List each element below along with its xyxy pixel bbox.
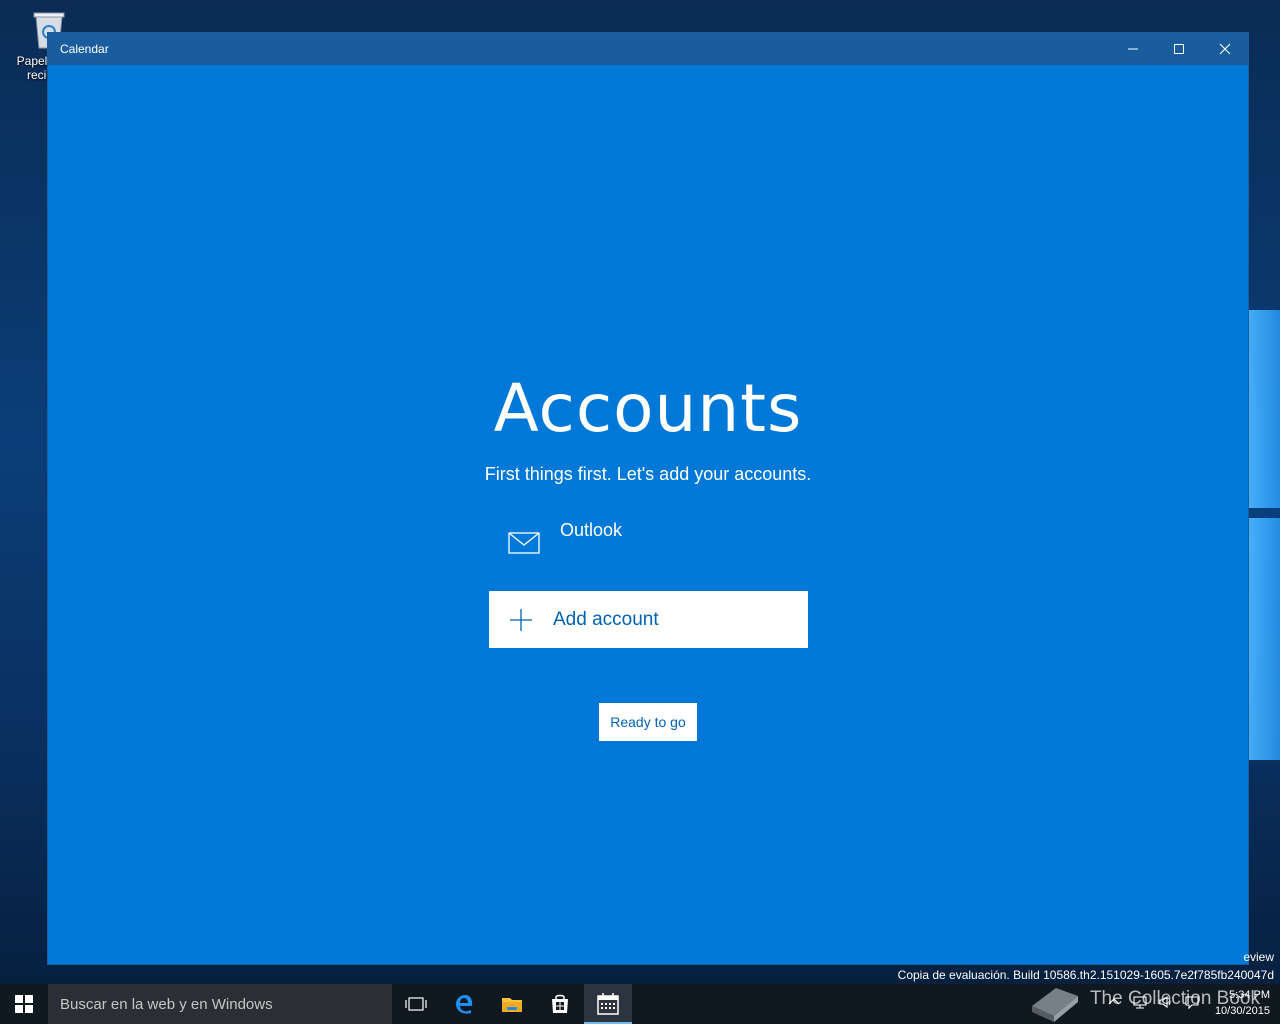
windows-logo-icon bbox=[15, 995, 33, 1013]
chevron-up-icon[interactable] bbox=[1106, 994, 1122, 1010]
task-view-icon bbox=[405, 997, 427, 1011]
tray-icons bbox=[1106, 994, 1200, 1010]
ready-to-go-button[interactable]: Ready to go bbox=[599, 703, 697, 741]
system-tray: The Collection Book 5:34 PM 10/30/2015 bbox=[1020, 984, 1280, 1024]
maximize-icon bbox=[1174, 44, 1184, 54]
minimize-button[interactable] bbox=[1110, 33, 1156, 65]
window-controls bbox=[1110, 33, 1248, 65]
page-title: Accounts bbox=[493, 370, 803, 447]
add-account-label: Add account bbox=[553, 608, 659, 630]
volume-icon[interactable] bbox=[1158, 994, 1174, 1010]
account-label: Outlook bbox=[560, 520, 623, 540]
network-icon[interactable] bbox=[1132, 994, 1148, 1010]
plus-icon bbox=[509, 608, 533, 632]
wallpaper-gap bbox=[1248, 508, 1280, 518]
search-placeholder: Buscar en la web y en Windows bbox=[60, 995, 273, 1013]
close-button[interactable] bbox=[1202, 33, 1248, 65]
mail-icon bbox=[508, 530, 540, 556]
search-input[interactable]: Buscar en la web y en Windows bbox=[48, 984, 392, 1024]
edge-button[interactable] bbox=[440, 984, 488, 1024]
file-explorer-icon bbox=[502, 998, 522, 1012]
task-view-button[interactable] bbox=[392, 984, 440, 1024]
accounts-page: Accounts First things first. Let's add y… bbox=[48, 65, 1248, 966]
store-icon bbox=[552, 994, 568, 1013]
window-title: Calendar bbox=[60, 42, 109, 56]
add-account-button[interactable]: Add account bbox=[489, 591, 808, 648]
clock-date: 10/30/2015 bbox=[1214, 1005, 1270, 1017]
file-explorer-button[interactable] bbox=[488, 984, 536, 1024]
watermark-preview-text: eview bbox=[1243, 950, 1274, 964]
watermark-build-text: Copia de evaluación. Build 10586.th2.151… bbox=[897, 968, 1274, 982]
store-button[interactable] bbox=[536, 984, 584, 1024]
wallpaper-light-beam bbox=[1248, 310, 1280, 760]
page-subtitle: First things first. Let's add your accou… bbox=[484, 464, 812, 484]
close-icon bbox=[1219, 43, 1231, 55]
start-button[interactable] bbox=[0, 984, 48, 1024]
notifications-icon[interactable] bbox=[1184, 994, 1200, 1010]
calendar-app-button[interactable] bbox=[584, 984, 632, 1024]
account-item-outlook[interactable]: Outlook bbox=[508, 520, 828, 560]
title-bar[interactable]: Calendar bbox=[48, 33, 1248, 65]
book-logo-icon bbox=[1032, 988, 1078, 1022]
maximize-button[interactable] bbox=[1156, 33, 1202, 65]
clock-time: 5:34 PM bbox=[1229, 989, 1270, 1001]
calendar-window: Calendar Accounts First things first. Le… bbox=[47, 32, 1249, 965]
edge-icon bbox=[456, 995, 473, 1014]
taskbar: Buscar en la web y en Windows The Collec… bbox=[0, 984, 1280, 1024]
system-clock[interactable]: 5:34 PM 10/30/2015 bbox=[1215, 987, 1270, 1019]
minimize-icon bbox=[1128, 48, 1138, 50]
calendar-icon bbox=[597, 993, 619, 1015]
